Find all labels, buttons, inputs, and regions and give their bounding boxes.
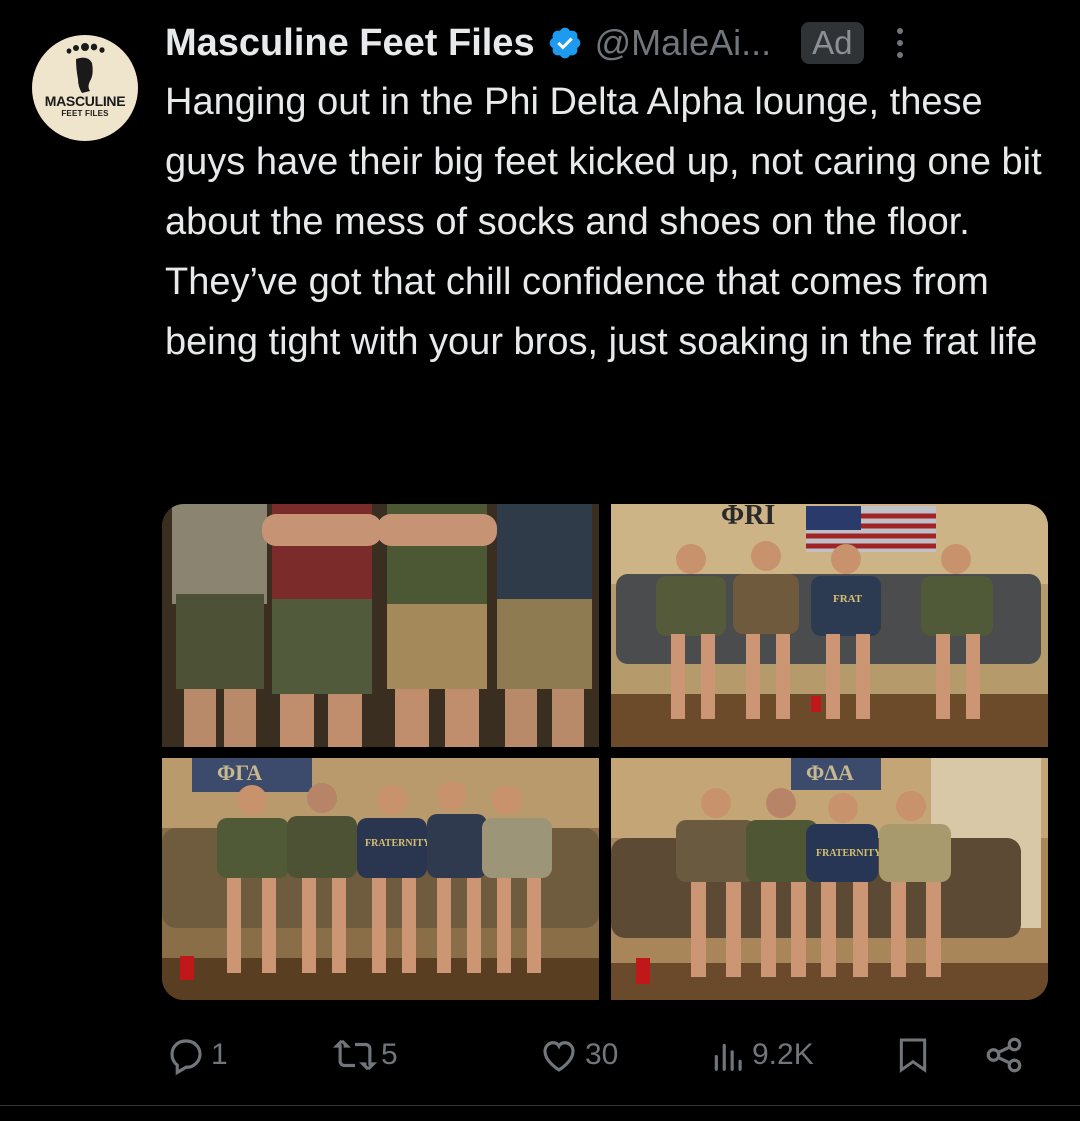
footprint-icon: [66, 43, 105, 93]
bookmark-button[interactable]: [893, 1030, 933, 1080]
avatar-text-line2: FEET FILES: [61, 109, 109, 118]
ad-badge: Ad: [801, 22, 864, 64]
tweet-header: Masculine Feet Files @MaleAi... Ad: [165, 18, 1060, 68]
photo4-shirt: FRATERNITY: [816, 848, 882, 859]
reply-button[interactable]: 1: [165, 1030, 228, 1080]
media-grid: ΦRI FRAT ΦΓΑ FRATERNITY ΦΔΑ FRATERNITY: [162, 504, 1048, 1000]
photo4-banner: ΦΔΑ: [806, 760, 854, 785]
verified-badge-icon: [549, 27, 580, 59]
action-bar: 1 5 30 9.2K: [165, 1030, 1035, 1080]
heart-icon: [543, 1041, 575, 1072]
reply-count: 1: [211, 1038, 228, 1071]
views-icon: [714, 1043, 742, 1071]
photo2-shirt: FRAT: [833, 593, 863, 605]
share-icon: [986, 1037, 1022, 1073]
divider: [0, 1105, 1080, 1106]
avatar-text-line1: MASCULINE: [44, 93, 126, 109]
photo3-shirt: FRATERNITY: [365, 838, 431, 849]
repost-count: 5: [381, 1038, 398, 1071]
photo2-banner: ΦRI: [721, 504, 775, 531]
like-button[interactable]: 30: [537, 1030, 618, 1080]
photo-1[interactable]: [162, 504, 599, 747]
account-handle[interactable]: @MaleAi...: [595, 22, 772, 64]
account-avatar[interactable]: MASCULINE FEET FILES: [32, 35, 138, 141]
bookmark-icon: [899, 1038, 927, 1073]
views-button[interactable]: 9.2K: [710, 1030, 814, 1080]
views-count: 9.2K: [752, 1038, 814, 1071]
tweet-text: Hanging out in the Phi Delta Alpha loung…: [165, 81, 1042, 363]
share-button[interactable]: [983, 1030, 1025, 1080]
photo-3[interactable]: ΦΓΑ FRATERNITY: [162, 758, 599, 1000]
photo-4[interactable]: ΦΔΑ FRATERNITY: [611, 758, 1048, 1000]
more-options-icon[interactable]: [894, 23, 906, 63]
repost-button[interactable]: 5: [333, 1030, 398, 1080]
repost-icon: [333, 1039, 377, 1071]
reply-icon: [170, 1039, 202, 1076]
photo3-banner: ΦΓΑ: [217, 760, 262, 785]
photo-2[interactable]: ΦRI FRAT: [611, 504, 1048, 747]
like-count: 30: [585, 1038, 619, 1071]
account-name[interactable]: Masculine Feet Files: [165, 22, 535, 65]
